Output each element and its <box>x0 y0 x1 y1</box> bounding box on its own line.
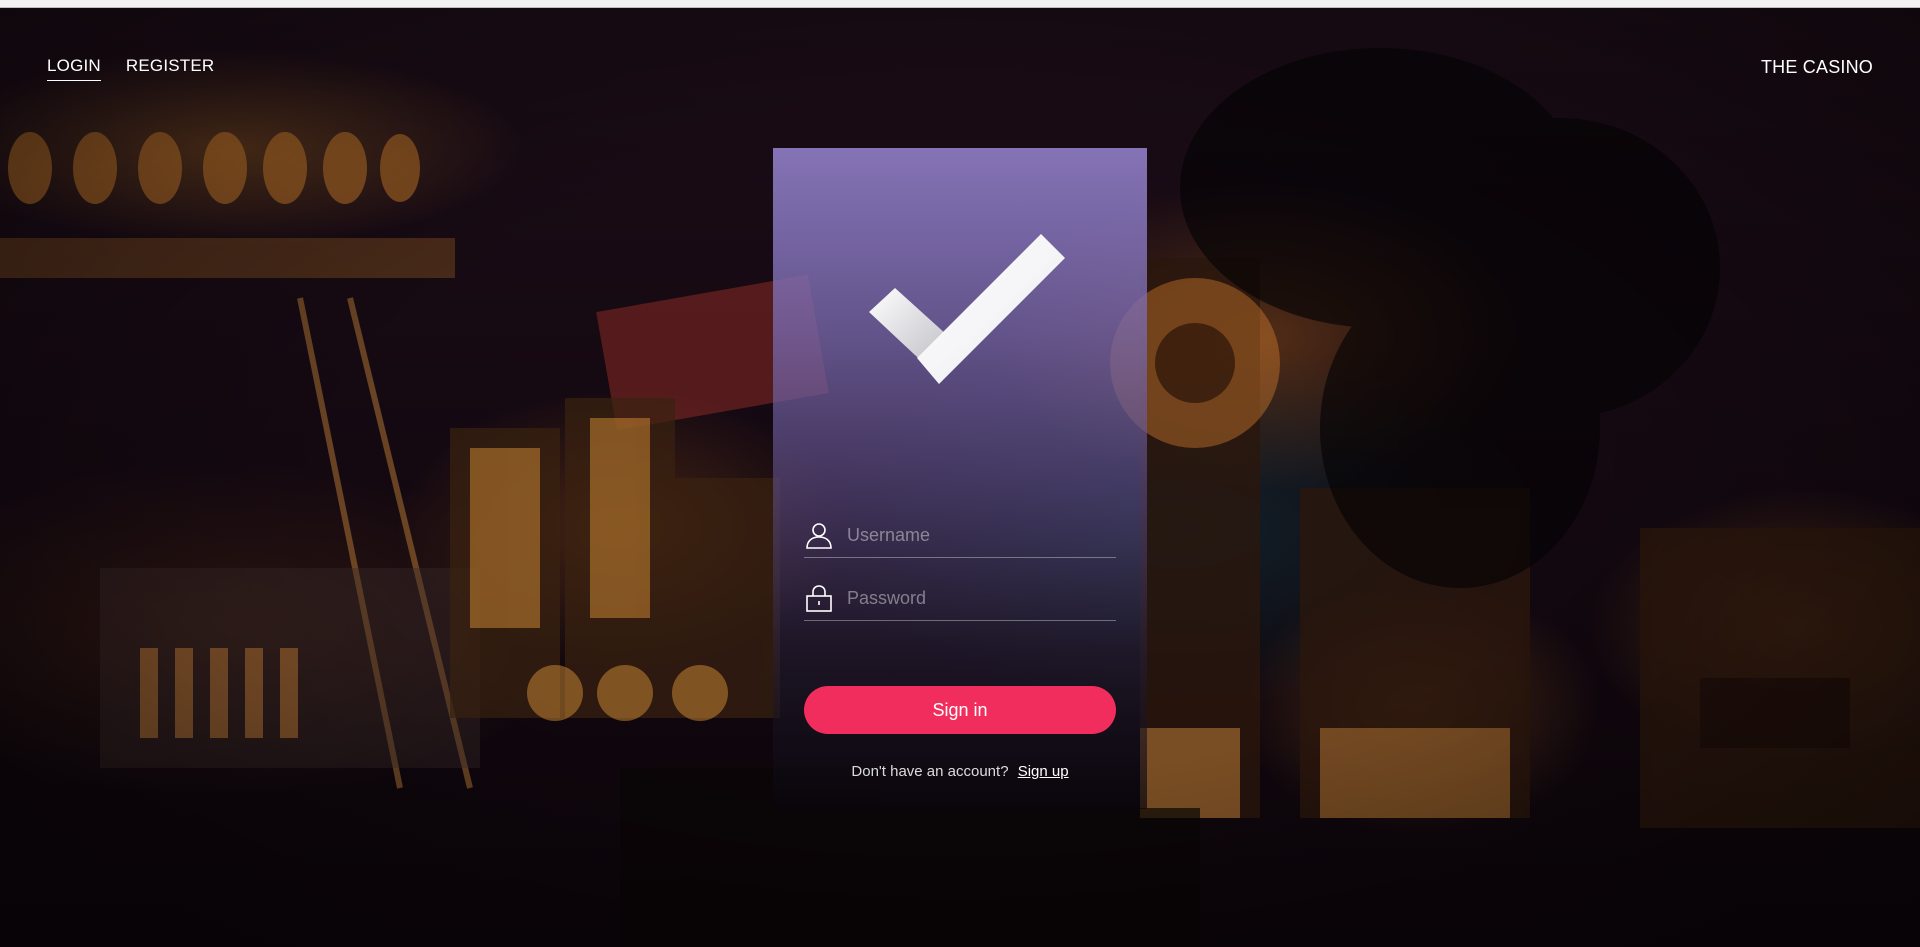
browser-top-strip <box>0 0 1920 8</box>
username-input[interactable] <box>847 524 1102 546</box>
nav-register-link[interactable]: REGISTER <box>126 56 215 81</box>
password-field <box>804 576 1116 621</box>
user-icon <box>804 520 834 550</box>
signup-prompt-text: Don't have an account? <box>851 763 1009 780</box>
username-field <box>804 513 1116 558</box>
top-nav: LOGIN REGISTER <box>47 56 214 81</box>
signup-prompt-row: Don't have an account? Sign up <box>773 763 1147 780</box>
brand-title: THE CASINO <box>1760 57 1873 77</box>
checkmark-icon <box>869 234 1065 384</box>
password-input[interactable] <box>847 587 1102 609</box>
lock-icon <box>804 583 834 613</box>
sign-in-button[interactable]: Sign in <box>804 686 1116 734</box>
sign-up-link[interactable]: Sign up <box>1018 763 1069 780</box>
nav-login-link[interactable]: LOGIN <box>47 56 101 81</box>
login-card: Sign in Don't have an account? Sign up <box>773 148 1147 809</box>
login-page: LOGIN REGISTER THE CASINO Username Sign … <box>0 0 1920 947</box>
